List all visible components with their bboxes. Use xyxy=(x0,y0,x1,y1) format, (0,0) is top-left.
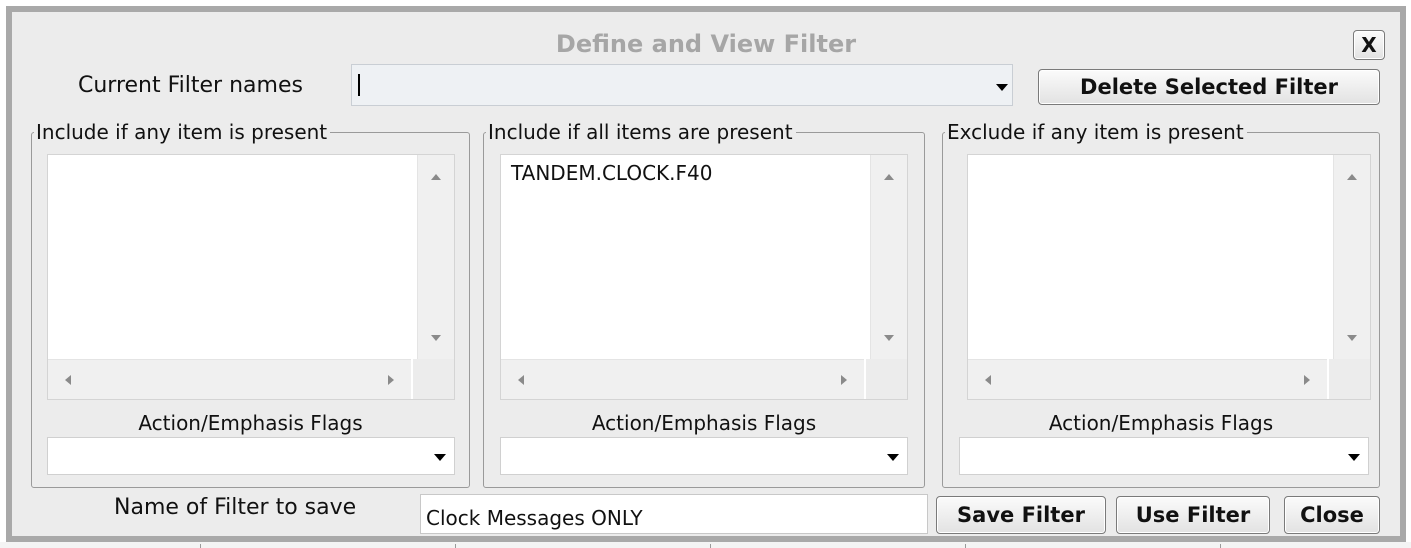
flags-label: Action/Emphasis Flags xyxy=(138,411,363,435)
define-view-filter-dialog: Define and View Filter X Current Filter … xyxy=(6,6,1406,542)
dialog-title: Define and View Filter xyxy=(555,30,857,58)
filter-name-label: Name of Filter to save xyxy=(114,495,357,520)
scroll-right-arrow-icon[interactable] xyxy=(841,375,847,385)
use-filter-button[interactable]: Use Filter xyxy=(1116,496,1270,534)
scroll-down-arrow-icon[interactable] xyxy=(431,335,441,341)
current-filter-label: Current Filter names xyxy=(78,73,303,98)
include-all-flags-dropdown[interactable] xyxy=(500,437,908,475)
dropdown-arrow-icon[interactable] xyxy=(434,454,446,461)
exclude-any-listbox[interactable] xyxy=(967,154,1371,400)
scroll-right-arrow-icon[interactable] xyxy=(1304,375,1310,385)
horizontal-scrollbar[interactable] xyxy=(968,359,1327,399)
flags-label: Action/Emphasis Flags xyxy=(1048,411,1274,435)
vertical-scrollbar[interactable] xyxy=(870,155,907,360)
scroll-down-arrow-icon[interactable] xyxy=(884,335,894,341)
current-filter-combo[interactable] xyxy=(351,64,1013,106)
close-icon: X xyxy=(1361,33,1377,57)
dropdown-arrow-icon[interactable] xyxy=(1348,454,1360,461)
dropdown-arrow-icon[interactable] xyxy=(996,84,1008,91)
horizontal-scrollbar[interactable] xyxy=(48,359,411,399)
scroll-corner xyxy=(413,359,454,399)
flags-label: Action/Emphasis Flags xyxy=(591,411,817,435)
background-tick xyxy=(200,544,201,548)
background-tick xyxy=(1220,544,1221,548)
vertical-scrollbar[interactable] xyxy=(1333,155,1370,360)
horizontal-scrollbar[interactable] xyxy=(501,359,864,399)
background-tick xyxy=(965,544,966,548)
include-any-flags-dropdown[interactable] xyxy=(47,437,455,475)
exclude-any-group: Exclude if any item is present Action/Em… xyxy=(942,122,1380,488)
scroll-left-arrow-icon[interactable] xyxy=(985,375,991,385)
close-button[interactable]: Close xyxy=(1284,496,1380,534)
close-x-button[interactable]: X xyxy=(1353,30,1385,60)
scroll-right-arrow-icon[interactable] xyxy=(388,375,394,385)
scroll-up-arrow-icon[interactable] xyxy=(431,174,441,180)
scroll-corner xyxy=(1329,359,1370,399)
vertical-scrollbar[interactable] xyxy=(417,155,454,360)
background-tick xyxy=(455,544,456,548)
include-any-group-title: Include if any item is present xyxy=(34,122,331,142)
include-all-group: Include if all items are present TANDEM.… xyxy=(483,122,925,488)
dropdown-arrow-icon[interactable] xyxy=(887,454,899,461)
scroll-up-arrow-icon[interactable] xyxy=(1347,174,1357,180)
text-caret xyxy=(358,74,360,96)
background-tick xyxy=(710,544,711,548)
background-strip xyxy=(0,542,1411,548)
include-any-listbox[interactable] xyxy=(47,154,455,400)
scroll-down-arrow-icon[interactable] xyxy=(1347,335,1357,341)
save-filter-button[interactable]: Save Filter xyxy=(936,496,1106,534)
scroll-left-arrow-icon[interactable] xyxy=(65,375,71,385)
filter-name-input[interactable] xyxy=(420,494,928,534)
scroll-up-arrow-icon[interactable] xyxy=(884,174,894,180)
include-all-group-title: Include if all items are present xyxy=(486,122,796,142)
delete-selected-filter-button[interactable]: Delete Selected Filter xyxy=(1038,69,1380,105)
exclude-any-group-title: Exclude if any item is present xyxy=(945,122,1247,142)
list-item[interactable]: TANDEM.CLOCK.F40 xyxy=(511,161,712,185)
include-all-listbox[interactable]: TANDEM.CLOCK.F40 xyxy=(500,154,908,400)
include-any-group: Include if any item is present Action/Em… xyxy=(31,122,470,488)
scroll-corner xyxy=(866,359,907,399)
exclude-any-flags-dropdown[interactable] xyxy=(959,437,1369,475)
scroll-left-arrow-icon[interactable] xyxy=(518,375,524,385)
